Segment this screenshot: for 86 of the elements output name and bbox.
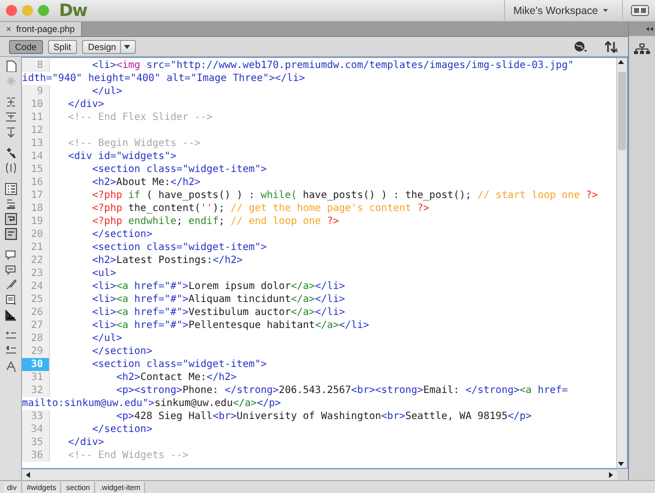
code-line: <!-- End Widgets --> <box>67 449 188 462</box>
caret-icon[interactable] <box>603 8 608 13</box>
line-number: 32 <box>22 384 50 397</box>
scroll-right-arrow-icon[interactable] <box>607 471 615 479</box>
collapse-panel-icon[interactable] <box>645 26 653 32</box>
line-number: 17 <box>22 189 50 202</box>
vertical-scrollbar[interactable] <box>616 58 627 468</box>
line-number: 24 <box>22 280 50 293</box>
line-number: 8 <box>22 59 50 72</box>
code-line: <h2>Contact Me:</h2> <box>115 371 237 384</box>
comment-icon[interactable] <box>4 249 16 261</box>
code-line: <!-- Begin Widgets --> <box>67 137 200 150</box>
line-number: 36 <box>22 449 50 462</box>
line-number: 25 <box>22 293 50 306</box>
scroll-up-arrow-icon[interactable] <box>617 58 625 66</box>
code-line: idth="940" height="400" alt="Image Three"></li> <box>22 72 305 85</box>
code-line: <?php endwhile; endif; // end loop one ?> <box>91 215 340 228</box>
line-number: 22 <box>22 254 50 267</box>
line-number: 9 <box>22 85 50 98</box>
scroll-down-arrow-icon[interactable] <box>617 460 625 468</box>
line-number: 11 <box>22 111 50 124</box>
line-number: 10 <box>22 98 50 111</box>
code-line: </section> <box>91 423 152 436</box>
line-number: 35 <box>22 436 50 449</box>
current-line-number: 30 <box>22 358 50 371</box>
code-line: <div id="widgets"> <box>67 150 176 163</box>
code-line: </div> <box>67 98 104 111</box>
code-line: <section class="widget-item"> <box>91 163 267 176</box>
horizontal-scrollbar[interactable] <box>22 469 617 480</box>
line-number: 13 <box>22 137 50 150</box>
line-number: 18 <box>22 202 50 215</box>
code-line: <h2>About Me:</h2> <box>91 176 201 189</box>
line-number: 31 <box>22 371 50 384</box>
code-line: </ul> <box>91 332 122 345</box>
code-line: <li><a href="#">Lorem ipsum dolor</a></li> <box>91 280 346 293</box>
line-number: 15 <box>22 163 50 176</box>
word-wrap-icon[interactable] <box>4 213 16 225</box>
view-button[interactable]: Split <box>48 40 78 54</box>
code-line: </div> <box>67 436 104 449</box>
view-button[interactable]: Code <box>9 40 43 54</box>
line-number: 16 <box>22 176 50 189</box>
code-line: <p><strong>Phone: </strong>206.543.2567<br><strong>Email: </strong><a href= <box>115 384 568 397</box>
code-line: <li><a href="#">Aliquam tincidunt</a></li> <box>91 293 346 306</box>
line-number: 12 <box>22 124 50 137</box>
code-line: <section class="widget-item"> <box>91 358 267 371</box>
scroll-left-arrow-icon[interactable] <box>24 471 32 479</box>
view-button[interactable]: Design <box>82 40 136 54</box>
code-line: <ul> <box>91 267 116 280</box>
code-line: </ul> <box>91 85 122 98</box>
code-line: </section> <box>91 228 152 241</box>
line-number: 23 <box>22 267 50 280</box>
document-tab[interactable]: × front-page.php <box>0 22 82 36</box>
line-number: 14 <box>22 150 50 163</box>
line-number: 34 <box>22 423 50 436</box>
line-number: 33 <box>22 410 50 423</box>
code-line: <?php the_content(''); // get the home page's content ?> <box>91 202 430 215</box>
line-number: 19 <box>22 215 50 228</box>
tab-label: front-page.php <box>16 24 75 34</box>
line-number: 29 <box>22 345 50 358</box>
code-line: <!-- End Flex Slider --> <box>67 111 213 124</box>
line-number: 28 <box>22 332 50 345</box>
code-line: mailto:sinkum@uw.edu">sinkum@uw.edu</a></p> <box>22 397 281 410</box>
line-numbers-icon[interactable] <box>4 183 16 195</box>
sort-arrows-icon[interactable] <box>605 40 619 52</box>
code-line: <li><img src="http://www.web170.premiumdw.com/templates/images/img-slide-03.jpg" <box>91 59 574 72</box>
globe-icon[interactable] <box>574 40 587 52</box>
code-line: <li><a href="#">Pellentesque habitant</a></li> <box>91 319 370 332</box>
workspace-switcher[interactable]: Mike's Workspace <box>513 4 598 16</box>
code-line: <section class="widget-item"> <box>91 241 267 254</box>
line-number: 26 <box>22 306 50 319</box>
sitemap-icon[interactable] <box>633 43 651 55</box>
balance-braces-icon[interactable] <box>4 162 16 174</box>
close-tab-button[interactable]: × <box>6 24 12 34</box>
code-line: </section> <box>91 345 152 358</box>
line-number: 27 <box>22 319 50 332</box>
document-icon[interactable] <box>4 60 16 72</box>
screen-mode-icon[interactable] <box>631 5 649 16</box>
line-number: 21 <box>22 241 50 254</box>
code-line: <h2>Latest Postings:</h2> <box>91 254 243 267</box>
caret-icon[interactable] <box>124 44 130 49</box>
code-line: <?php if ( have_posts() ) : while( have_posts() ) : the_post(); // start loop one ?> <box>91 189 598 202</box>
line-number: 20 <box>22 228 50 241</box>
code-line: <li><a href="#">Vestibulum auctor</a></li> <box>91 306 346 319</box>
app-logo: Dw <box>59 0 87 20</box>
scrollbar-thumb[interactable] <box>618 72 626 150</box>
code-line: <p>428 Sieg Hall<br>University of Washington<br>Seattle, WA 98195</p> <box>115 410 532 423</box>
